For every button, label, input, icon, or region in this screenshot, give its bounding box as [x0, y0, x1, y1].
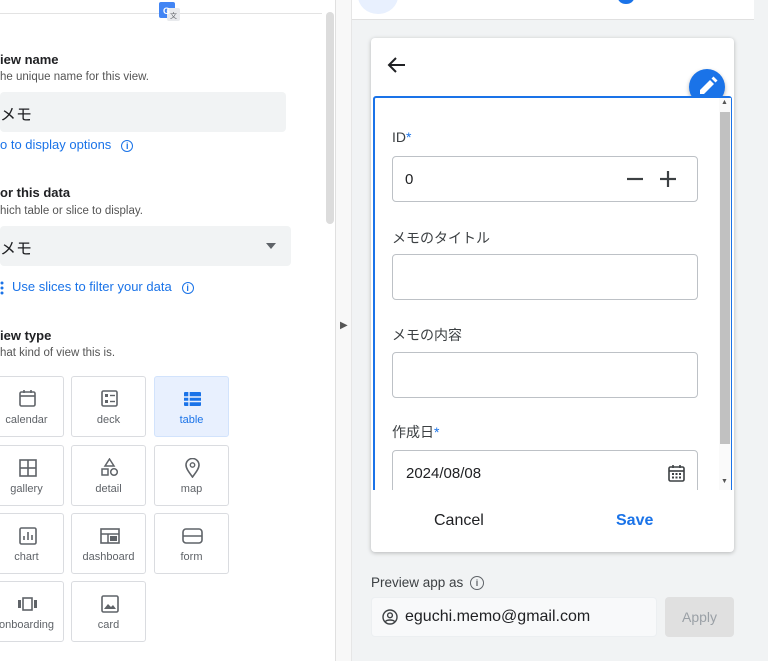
tile-label: map	[180, 483, 203, 495]
svg-text:G: G	[163, 6, 170, 16]
view-type-onboarding[interactable]: onboarding	[0, 581, 64, 642]
dashboard-icon	[100, 528, 120, 544]
deck-icon	[101, 390, 118, 407]
tile-label: deck	[96, 414, 121, 426]
account-circle-icon	[382, 609, 398, 625]
tile-label: gallery	[10, 483, 43, 495]
view-type-calendar[interactable]: calendar	[0, 376, 64, 437]
calendar-icon[interactable]	[668, 464, 685, 482]
dropdown-arrow-icon	[266, 243, 276, 249]
preview-email-value: eguchi.memo@gmail.com	[405, 608, 591, 625]
preview-topbar	[352, 0, 754, 20]
tile-label: detail	[95, 483, 122, 495]
back-arrow-icon[interactable]	[386, 54, 408, 76]
data-source-select[interactable]: メモ	[0, 226, 291, 266]
view-name-value: メモ	[0, 107, 33, 124]
svg-text:文: 文	[170, 11, 177, 20]
translate-icon[interactable]: G 文	[156, 1, 182, 23]
id-value: 0	[405, 171, 414, 188]
info-icon[interactable]: i	[121, 139, 134, 152]
view-name-subtitle: he unique name for this view.	[0, 71, 149, 83]
chart-icon	[19, 527, 37, 545]
form-scrollbar-thumb[interactable]	[720, 112, 730, 444]
map-pin-icon	[185, 458, 200, 478]
view-type-title: iew type	[0, 328, 52, 343]
info-icon[interactable]: i	[181, 281, 194, 294]
apply-button[interactable]: Apply	[665, 597, 734, 637]
tile-label: calendar	[5, 414, 48, 426]
view-name-input[interactable]: メモ	[0, 92, 286, 132]
slices-icon	[0, 281, 4, 295]
tile-label: chart	[14, 551, 39, 563]
tile-label: card	[97, 619, 120, 631]
view-type-gallery[interactable]: gallery	[0, 445, 64, 506]
created-date-value: 2024/08/08	[406, 465, 482, 482]
save-button[interactable]: Save	[616, 512, 653, 530]
view-settings-panel: G 文 iew name he unique name for this vie…	[0, 0, 336, 661]
onboarding-icon	[18, 597, 37, 611]
tile-label: onboarding	[0, 619, 55, 631]
view-type-dashboard[interactable]: dashboard	[71, 513, 146, 574]
data-source-value: メモ	[0, 241, 33, 258]
detail-icon	[101, 458, 119, 477]
view-type-detail[interactable]: detail	[71, 445, 146, 506]
field-label-memo-title: メモのタイトル	[392, 230, 490, 246]
view-type-card[interactable]: card	[71, 581, 146, 642]
tile-label: form	[180, 551, 203, 563]
calendar-icon	[19, 390, 36, 407]
view-type-chart[interactable]: chart	[0, 513, 64, 574]
view-type-subtitle: hat kind of view this is.	[0, 347, 116, 359]
left-panel-scrollbar[interactable]	[326, 12, 334, 224]
use-slices-link[interactable]: Use slices to filter your data i	[0, 279, 194, 295]
table-icon	[184, 392, 201, 406]
view-type-form[interactable]: form	[154, 513, 229, 574]
for-this-data-subtitle: hich table or slice to display.	[0, 205, 143, 217]
memo-title-input[interactable]	[392, 254, 698, 300]
for-this-data-title: or this data	[0, 185, 71, 200]
field-label-created-date: 作成日*	[392, 424, 440, 440]
preview-as-label: Preview app as	[371, 575, 464, 590]
gallery-icon	[19, 459, 37, 477]
form-icon	[182, 528, 203, 544]
form-footer	[373, 490, 732, 549]
display-options-label: o to display options	[0, 137, 112, 152]
memo-content-input[interactable]	[392, 352, 698, 398]
display-options-link[interactable]: o to display options i	[0, 137, 134, 152]
scroll-down-icon[interactable]: ▼	[721, 478, 728, 485]
chevron-right-icon[interactable]: ▶	[340, 320, 348, 331]
view-type-map[interactable]: map	[154, 445, 229, 506]
view-type-table[interactable]: table	[154, 376, 229, 437]
info-icon[interactable]: i	[470, 576, 484, 590]
minus-icon[interactable]	[626, 170, 644, 188]
id-stepper[interactable]	[392, 156, 698, 202]
field-label-memo-content: メモの内容	[392, 327, 462, 343]
view-name-title: iew name	[0, 52, 59, 67]
scroll-up-icon[interactable]: ▲	[721, 99, 728, 106]
view-type-deck[interactable]: deck	[71, 376, 146, 437]
plus-icon[interactable]	[659, 170, 677, 188]
field-label-id: ID*	[392, 129, 412, 145]
cancel-button[interactable]: Cancel	[434, 512, 484, 530]
tile-label: table	[179, 414, 204, 426]
use-slices-label: Use slices to filter your data	[12, 279, 172, 294]
card-icon	[101, 595, 119, 613]
tile-label: dashboard	[82, 551, 135, 563]
